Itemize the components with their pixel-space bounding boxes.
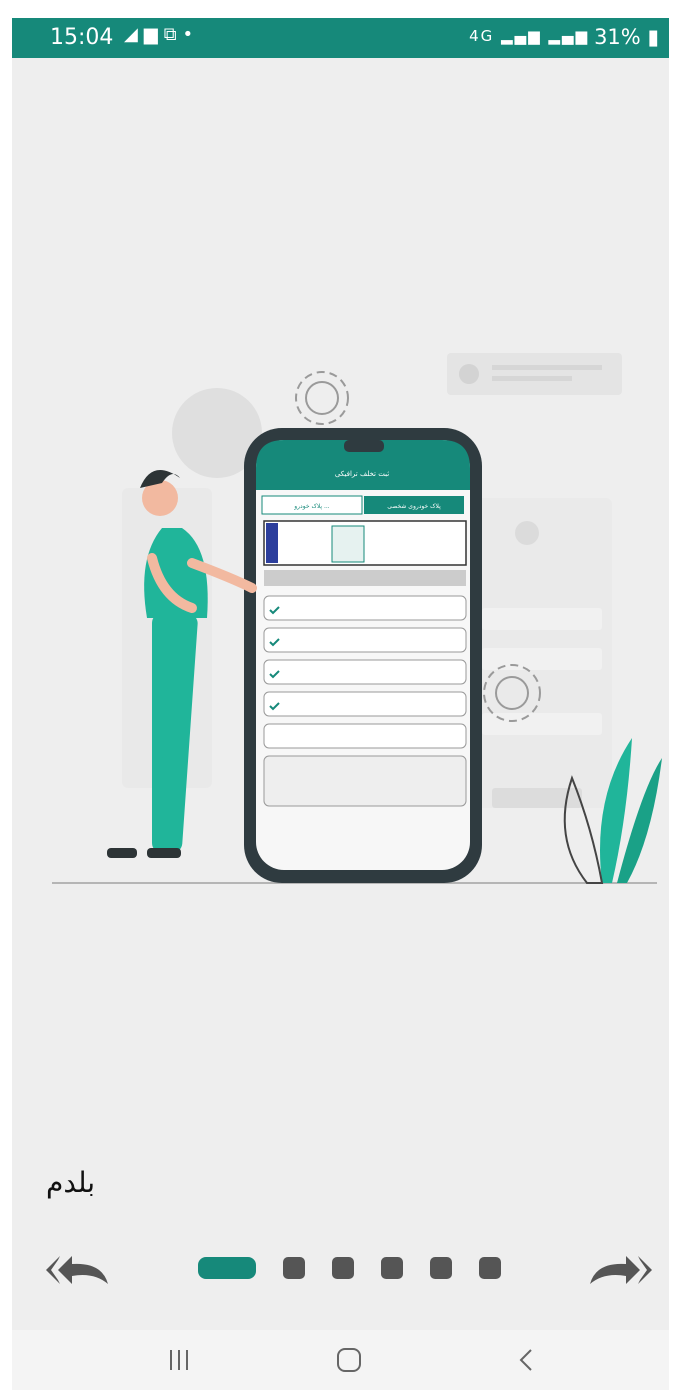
status-bar: 15:04 ◢▆⧉• 4G ▂▄▆ ▂▄▆ 31% ▮	[12, 18, 669, 58]
page-dot[interactable]	[283, 1257, 305, 1279]
notification-icons: ◢▆⧉•	[124, 24, 199, 45]
home-icon	[337, 1348, 361, 1372]
network-type: 4G	[469, 27, 495, 45]
battery-indicator: 31% ▮	[594, 25, 659, 49]
message-icon: ▆	[143, 24, 164, 45]
mock-tab-2: پلاک خودرو ...	[293, 502, 330, 510]
back-icon	[519, 1349, 532, 1371]
page-dot[interactable]	[479, 1257, 501, 1279]
page-dot[interactable]	[332, 1257, 354, 1279]
double-arrow-left-icon	[46, 1256, 108, 1284]
network-icons: 4G ▂▄▆ ▂▄▆	[469, 27, 589, 45]
recent-apps-icon	[170, 1350, 188, 1370]
pager	[12, 1240, 669, 1300]
home-button[interactable]	[328, 1344, 368, 1376]
cell-signal-icon: ▂▄▆ ▂▄▆	[501, 27, 589, 45]
onboarding-caption: بلدم	[46, 1166, 96, 1199]
status-time: 15:04	[50, 25, 114, 50]
dot-icon: •	[182, 24, 200, 45]
battery-percent: 31%	[594, 25, 641, 49]
battery-icon: ▮	[647, 25, 659, 49]
page-dot[interactable]	[381, 1257, 403, 1279]
double-arrow-right-icon	[590, 1256, 652, 1284]
page-dot[interactable]	[430, 1257, 452, 1279]
phone-mockup: ثبت تخلف ترافیکی پلاک خودرو ... پلاک خود…	[244, 428, 482, 883]
previous-button[interactable]	[42, 1248, 116, 1292]
page-dot-active[interactable]	[198, 1257, 256, 1279]
signal-icon: ◢	[124, 24, 144, 45]
screen: 15:04 ◢▆⧉• 4G ▂▄▆ ▂▄▆ 31% ▮ ثبت تخلف ترا…	[12, 18, 669, 1390]
onboarding-illustration: ثبت تخلف ترافیکی پلاک خودرو ... پلاک خود…	[52, 353, 662, 884]
next-button[interactable]	[582, 1248, 656, 1292]
mock-tab-1: پلاک خودروی شخصی	[387, 502, 441, 510]
recent-apps-button[interactable]	[159, 1344, 199, 1376]
navigation-bar	[12, 1330, 669, 1390]
gear-icon	[295, 371, 349, 425]
back-button[interactable]	[508, 1344, 548, 1376]
mock-app-title: ثبت تخلف ترافیکی	[335, 470, 389, 478]
translate-icon: ⧉	[163, 24, 183, 45]
